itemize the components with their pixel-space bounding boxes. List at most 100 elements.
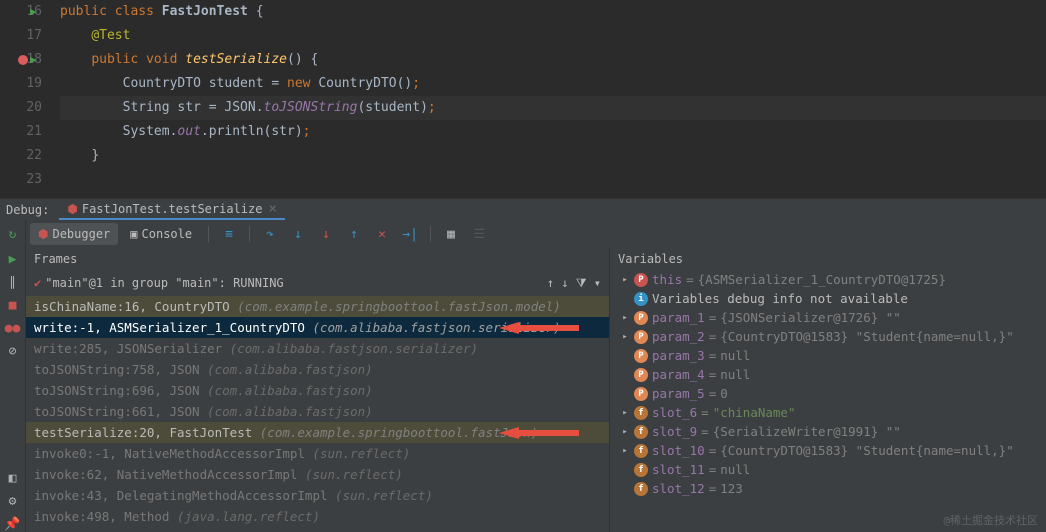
frame-row[interactable]: invoke0:-1, NativeMethodAccessorImpl (su… [26, 443, 609, 464]
variable-row[interactable]: ▸Pthis = {ASMSerializer_1_CountryDTO@172… [616, 270, 1046, 289]
step-into-icon[interactable]: ↓ [286, 222, 310, 246]
kw: void [146, 52, 177, 67]
frames-title: Frames [34, 252, 77, 266]
pause-icon[interactable]: ∥ [9, 275, 16, 290]
frame-row[interactable]: toJSONString:758, JSON (com.alibaba.fast… [26, 359, 609, 380]
frame-row[interactable]: toJSONString:696, JSON (com.alibaba.fast… [26, 380, 609, 401]
expand-icon[interactable]: ▸ [620, 275, 630, 285]
frame-row[interactable]: invoke:498, Method (java.lang.reflect) [26, 506, 609, 527]
trace-icon[interactable]: ☰ [467, 222, 491, 246]
expand-icon[interactable]: ▸ [620, 332, 630, 342]
variable-row[interactable]: ▸fslot_10 = {CountryDTO@1583} "Student{n… [616, 441, 1046, 460]
filter-icon[interactable]: ⧩ [576, 276, 587, 290]
stop-icon[interactable]: ■ [9, 298, 17, 313]
bug-icon: ⬢ [38, 227, 48, 241]
mute-breakpoints-icon[interactable]: ⊘ [9, 344, 17, 359]
frame-package: (com.example.springboottool.fastJson.mod… [237, 299, 561, 314]
debug-label: Debug: [6, 203, 49, 217]
variable-row[interactable]: iVariables debug info not available [616, 289, 1046, 308]
frames-header: Frames [26, 248, 609, 270]
frame-list[interactable]: isChinaName:16, CountryDTO (com.example.… [26, 296, 609, 532]
var-name: param_4 [652, 367, 705, 382]
var-name: slot_12 [652, 481, 705, 496]
resume-icon[interactable]: ▶ [9, 252, 17, 267]
var-name: slot_9 [652, 424, 697, 439]
debug-panels: ▶ ∥ ■ ●● ⊘ ◧ ⚙ 📌 Frames ✔"main"@1 in gro… [0, 248, 1046, 532]
debug-toolbar: ↻ ⬢ Debugger ▣ Console ≡ ↷ ↓ ↓ ↑ ✕ →| ▦ … [0, 220, 1046, 248]
drop-frame-icon[interactable]: ✕ [370, 222, 394, 246]
close-icon[interactable]: × [268, 201, 276, 217]
line-num: 21 [26, 124, 42, 139]
frame-row[interactable]: write:-1, ASMSerializer_1_CountryDTO (co… [26, 317, 609, 338]
frame-row[interactable]: isChinaName:16, CountryDTO (com.example.… [26, 296, 609, 317]
console-tab[interactable]: ▣ Console [122, 223, 200, 245]
variable-row[interactable]: ▸Pparam_1 = {JSONSerializer@1726} "" [616, 308, 1046, 327]
var-eq: = [709, 481, 717, 496]
evaluate-icon[interactable]: ▦ [439, 222, 463, 246]
prev-frame-icon[interactable]: ↑ [547, 276, 554, 290]
rerun-button[interactable]: ↻ [0, 220, 26, 248]
expand-icon[interactable]: ▸ [620, 408, 630, 418]
frame-row[interactable]: toJSONString:661, JSON (com.alibaba.fast… [26, 401, 609, 422]
force-step-into-icon[interactable]: ↓ [314, 222, 338, 246]
method-call: toJSONString [264, 100, 358, 115]
run-to-cursor-icon[interactable]: →| [398, 222, 422, 246]
frame-text: toJSONString:696, JSON [34, 383, 207, 398]
breakpoint-icon[interactable] [18, 55, 28, 65]
var-name: slot_6 [652, 405, 697, 420]
threads-icon[interactable]: ≡ [217, 222, 241, 246]
thread-selector[interactable]: ✔"main"@1 in group "main": RUNNING ↑ ↓ ⧩… [26, 270, 609, 296]
expand-icon[interactable]: ▸ [620, 313, 630, 323]
variable-row[interactable]: Pparam_3 = null [616, 346, 1046, 365]
frame-package: (sun.reflect) [312, 446, 410, 461]
layout-icon[interactable]: ◧ [9, 471, 17, 486]
variable-row[interactable]: fslot_12 = 123 [616, 479, 1046, 498]
debug-tab[interactable]: ⬢ FastJonTest.testSerialize × [59, 199, 285, 220]
class-name: FastJonTest [162, 4, 248, 19]
frame-package: (java.lang.reflect) [177, 509, 320, 524]
run-icon[interactable]: ▶ [30, 0, 37, 24]
frame-row[interactable]: invoke:43, DelegatingMethodAccessorImpl … [26, 485, 609, 506]
var-name: param_1 [652, 310, 705, 325]
code-area[interactable]: public class FastJonTest { @Test public … [50, 0, 1046, 198]
variable-row[interactable]: ▸fslot_6 = "chinaName" [616, 403, 1046, 422]
frame-row[interactable]: invoke:62, NativeMethodAccessorImpl (sun… [26, 464, 609, 485]
settings-icon[interactable]: ⚙ [9, 494, 17, 509]
var-eq: = [709, 462, 717, 477]
next-frame-icon[interactable]: ↓ [561, 276, 568, 290]
step-out-icon[interactable]: ↑ [342, 222, 366, 246]
variable-row[interactable]: fslot_11 = null [616, 460, 1046, 479]
debugger-tab[interactable]: ⬢ Debugger [30, 223, 118, 245]
method-name: testSerialize [185, 52, 287, 67]
badge-icon: P [634, 368, 648, 382]
brace: { [310, 52, 318, 67]
expand-icon[interactable]: ▸ [620, 427, 630, 437]
var-name: slot_10 [652, 443, 705, 458]
frames-pane: Frames ✔"main"@1 in group "main": RUNNIN… [26, 248, 610, 532]
args: (student) [357, 100, 427, 115]
op: = [209, 100, 217, 115]
variable-row[interactable]: ▸Pparam_2 = {CountryDTO@1583} "Student{n… [616, 327, 1046, 346]
view-breakpoints-icon[interactable]: ●● [5, 321, 21, 336]
variables-pane: Variables ▸Pthis = {ASMSerializer_1_Coun… [610, 248, 1046, 532]
var-value: {CountryDTO@1583} "Student{name=null,}" [720, 329, 1014, 344]
line-num: 20 [26, 100, 42, 115]
frame-text: invoke:43, DelegatingMethodAccessorImpl [34, 488, 335, 503]
frame-row[interactable]: testSerialize:20, FastJonTest (com.examp… [26, 422, 609, 443]
var-eq: = [686, 272, 694, 287]
expand-icon[interactable]: ▸ [620, 446, 630, 456]
variable-row[interactable]: ▸fslot_9 = {SerializeWriter@1991} "" [616, 422, 1046, 441]
pin-icon[interactable]: 📌 [4, 517, 20, 532]
variable-row[interactable]: Pparam_4 = null [616, 365, 1046, 384]
variable-row[interactable]: Pparam_5 = 0 [616, 384, 1046, 403]
step-over-icon[interactable]: ↷ [258, 222, 282, 246]
variables-list[interactable]: ▸Pthis = {ASMSerializer_1_CountryDTO@172… [610, 270, 1046, 532]
frame-package: (com.alibaba.fastjson) [207, 362, 373, 377]
run-icon[interactable]: ▶ [30, 48, 37, 72]
var-value: 0 [720, 386, 728, 401]
var: str [177, 100, 200, 115]
dropdown-icon[interactable]: ▾ [594, 276, 601, 290]
var-eq: = [709, 367, 717, 382]
frame-row[interactable]: write:285, JSONSerializer (com.alibaba.f… [26, 338, 609, 359]
frame-text: write:285, JSONSerializer [34, 341, 230, 356]
